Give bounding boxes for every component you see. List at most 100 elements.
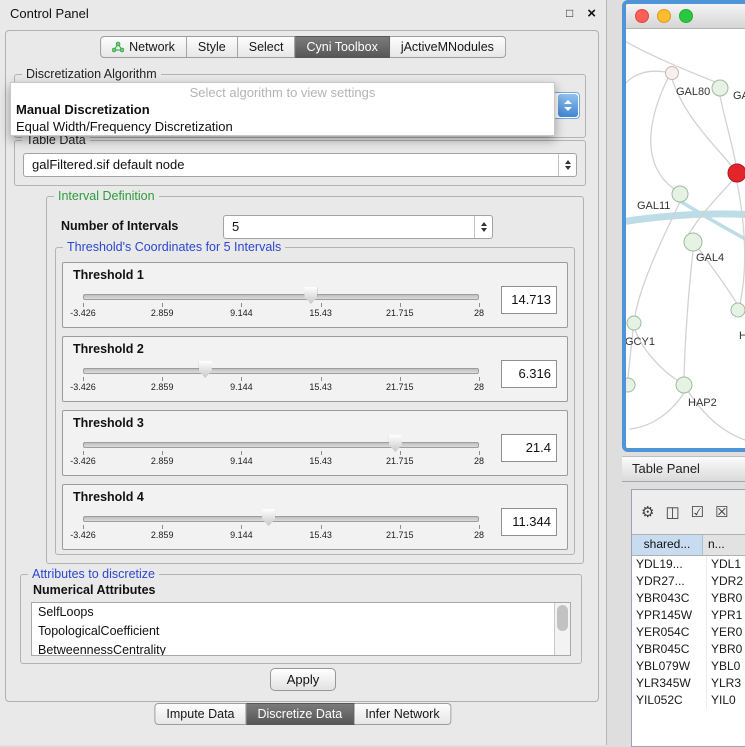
columns-icon[interactable]: ◫ [665, 505, 679, 520]
tick-label: 9.144 [230, 308, 253, 318]
tab-select[interactable]: Select [238, 36, 296, 58]
algorithm-option-equal-width-frequency-discretization[interactable]: Equal Width/Frequency Discretization [11, 118, 554, 135]
threshold-slider[interactable]: -3.4262.8599.14415.4321.71528 [83, 284, 479, 322]
tab-jactivemnodules[interactable]: jActiveMNodules [390, 36, 506, 58]
tick-label: 15.43 [309, 456, 332, 466]
float-window-icon[interactable]: □ [566, 6, 573, 20]
node-label-ga: GA [733, 90, 745, 102]
table-row[interactable]: YPR145WYPR1 [632, 607, 745, 624]
network-node[interactable] [626, 378, 635, 392]
tick-label: 15.43 [309, 382, 332, 392]
threshold-slider[interactable]: -3.4262.8599.14415.4321.71528 [83, 358, 479, 396]
clear-selection-icon[interactable]: ☒ [715, 505, 728, 520]
tab-discretize-data[interactable]: Discretize Data [247, 703, 355, 725]
threshold-slider[interactable]: -3.4262.8599.14415.4321.71528 [83, 506, 479, 544]
algorithm-dropdown-popup: Select algorithm to view settings Manual… [10, 82, 555, 136]
network-edge[interactable] [630, 393, 684, 429]
cell-name: YBL0 [707, 658, 745, 675]
control-panel-titlebar: Control Panel □ × [0, 0, 606, 26]
scrollbar-thumb[interactable] [557, 605, 568, 631]
interval-group-title: Interval Definition [54, 189, 159, 203]
threshold-slider[interactable]: -3.4262.8599.14415.4321.71528 [83, 432, 479, 470]
network-node[interactable] [712, 80, 728, 96]
network-edge[interactable] [684, 251, 693, 377]
cell-name: YBR0 [707, 590, 745, 607]
threshold-value-field[interactable]: 11.344 [501, 508, 557, 536]
slider-thumb[interactable] [199, 361, 212, 378]
table-row[interactable]: YDL19...YDL1 [632, 556, 745, 573]
combo-arrows-icon[interactable] [474, 216, 492, 238]
apply-button[interactable]: Apply [270, 668, 336, 691]
settings-icon[interactable]: ⚙ [641, 505, 654, 520]
cell-name: YPR1 [707, 607, 745, 624]
tick-label: -3.426 [70, 530, 96, 540]
slider-tick [83, 303, 84, 307]
tab-cyni-toolbox[interactable]: Cyni Toolbox [295, 36, 389, 58]
network-edge[interactable] [626, 71, 666, 89]
combo-stepper-icon[interactable] [558, 94, 578, 117]
table-data-combobox[interactable]: galFiltered.sif default node [23, 153, 577, 177]
slider-tick [162, 451, 163, 455]
cell-name: YIL0 [707, 692, 745, 709]
network-node-selected[interactable] [728, 164, 745, 182]
panel-title: Control Panel [10, 6, 89, 21]
attributes-scrollbar[interactable] [554, 603, 570, 655]
network-window-titlebar[interactable] [626, 4, 745, 29]
network-node[interactable] [666, 67, 679, 80]
num-intervals-combobox[interactable]: 5 [223, 215, 493, 239]
table-row[interactable]: YBL079WYBL0 [632, 658, 745, 675]
attribute-item-selfloops[interactable]: SelfLoops [32, 603, 554, 622]
close-window-icon[interactable] [635, 9, 649, 23]
column-header-name[interactable]: n... [703, 535, 745, 555]
table-data-group: Table Data galFiltered.sif default node [14, 140, 586, 186]
tab-style[interactable]: Style [187, 36, 238, 58]
select-all-icon[interactable]: ☑ [691, 505, 704, 520]
numerical-attributes-label: Numerical Attributes [33, 583, 155, 597]
network-edge[interactable] [737, 182, 745, 304]
cell-shared-name: YLR345W [632, 675, 707, 692]
network-edge[interactable] [688, 179, 734, 235]
table-panel-header[interactable]: Table Panel [622, 456, 745, 482]
table-row[interactable]: YBR045CYBR0 [632, 641, 745, 658]
slider-tick [479, 303, 480, 307]
slider-tick [321, 451, 322, 455]
tick-label: 9.144 [230, 456, 253, 466]
table-row[interactable]: YLR345WYLR3 [632, 675, 745, 692]
tick-label: 21.715 [386, 382, 414, 392]
cell-name: YBR0 [707, 641, 745, 658]
slider-thumb[interactable] [262, 509, 275, 526]
zoom-window-icon[interactable] [679, 9, 693, 23]
tick-label: 15.43 [309, 308, 332, 318]
algorithm-option-manual-discretization[interactable]: Manual Discretization [11, 101, 554, 118]
network-node[interactable] [684, 233, 702, 251]
combo-arrows-icon[interactable] [558, 154, 576, 176]
threshold-value-field[interactable]: 21.4 [501, 434, 557, 462]
slider-thumb[interactable] [389, 435, 402, 452]
minimize-window-icon[interactable] [657, 9, 671, 23]
network-edge-highlighted[interactable] [626, 214, 745, 222]
table-row[interactable]: YDR27...YDR2 [632, 573, 745, 590]
threshold-value-field[interactable]: 6.316 [501, 360, 557, 388]
close-panel-icon[interactable]: × [587, 5, 596, 22]
tab-network[interactable]: Network [100, 36, 187, 58]
network-node[interactable] [627, 316, 641, 330]
tab-infer-network[interactable]: Infer Network [354, 703, 451, 725]
tab-impute-data[interactable]: Impute Data [154, 703, 246, 725]
combo-value: 5 [232, 216, 239, 238]
attribute-item-betweennesscentrality[interactable]: BetweennessCentrality [32, 641, 554, 656]
attribute-item-topologicalcoefficient[interactable]: TopologicalCoefficient [32, 622, 554, 641]
slider-thumb[interactable] [304, 287, 317, 304]
table-row[interactable]: YIL052CYIL0 [632, 692, 745, 709]
network-node[interactable] [731, 303, 745, 317]
table-row[interactable]: YBR043CYBR0 [632, 590, 745, 607]
network-canvas[interactable]: GAL80GAGAL11GAL4GCY1HHAP2 [626, 29, 745, 448]
column-header-shared-name[interactable]: shared... [632, 535, 703, 555]
network-canvas-area[interactable]: GAL80GAGAL11GAL4GCY1HHAP2 [626, 29, 745, 448]
threshold-value-field[interactable]: 14.713 [501, 286, 557, 314]
network-edge[interactable] [651, 78, 674, 189]
table-row[interactable]: YER054CYER0 [632, 624, 745, 641]
network-node[interactable] [676, 377, 692, 393]
cell-name: YDR2 [707, 573, 745, 590]
network-node[interactable] [672, 186, 688, 202]
node-label-gal4: GAL4 [696, 252, 724, 264]
